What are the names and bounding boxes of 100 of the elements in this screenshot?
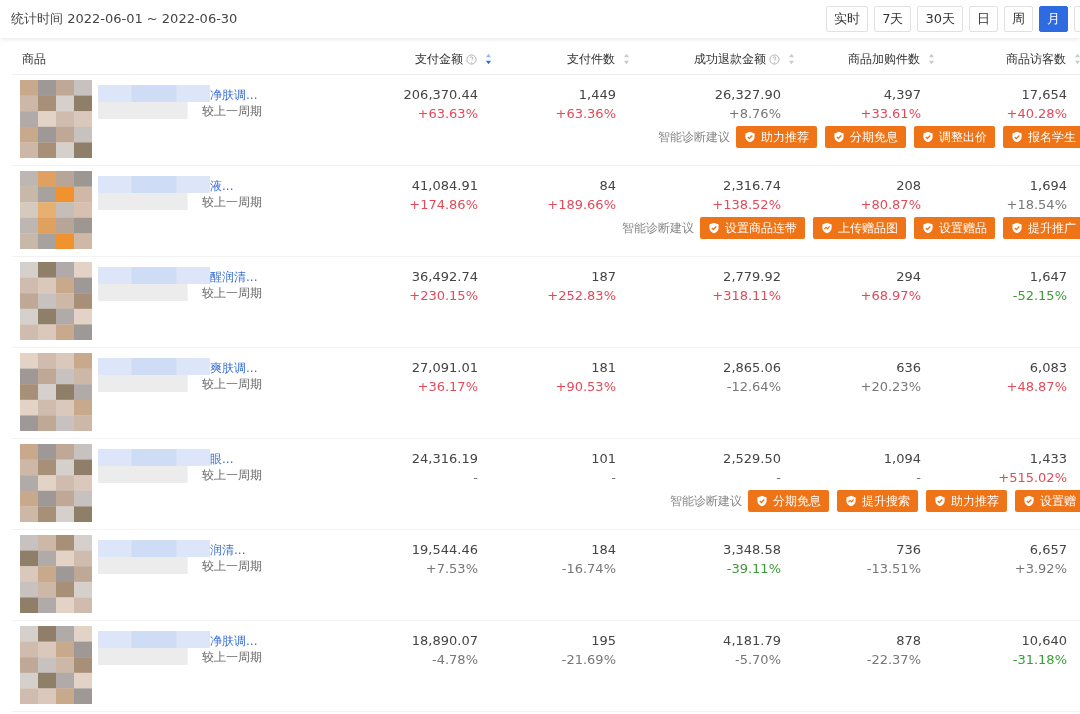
metric-value: 2,865.06 [723, 360, 781, 375]
change-rate: +20.23% [860, 379, 921, 394]
compare-label: 较上一周期 [202, 103, 262, 120]
metric-value: 3,348.58 [723, 542, 781, 557]
change-rate: +318.11% [712, 288, 781, 303]
product-name-link[interactable]: 润清... [210, 542, 246, 559]
metric-value: 36,492.74 [411, 269, 478, 284]
change-rate: - [776, 470, 781, 485]
product-name-link[interactable]: 眼... [210, 451, 234, 468]
metric-value: 208 [896, 178, 921, 193]
suggestion-button[interactable]: 报名学生 [1003, 126, 1080, 148]
help-icon[interactable] [769, 53, 780, 65]
suggestion-button[interactable]: 助力推荐 [736, 126, 817, 148]
change-rate: -39.11% [726, 561, 781, 576]
suggestion-button[interactable]: 提升搜索 [837, 490, 918, 512]
suggestion-button[interactable]: 设置赠品 [914, 217, 995, 239]
change-rate: - [473, 470, 478, 485]
suggestion-button[interactable]: 调整出价 [914, 126, 995, 148]
column-header: 商品访客数 [1006, 50, 1066, 68]
change-rate: -13.51% [866, 561, 921, 576]
metric-value: 636 [896, 360, 921, 375]
metric-value: 736 [896, 542, 921, 557]
time-range-button[interactable]: 周 [1004, 6, 1033, 32]
metric-value: 181 [591, 360, 616, 375]
change-rate: +515.02% [998, 470, 1067, 485]
suggestion-button[interactable]: 助力推荐 [926, 490, 1007, 512]
metric-value: 187 [591, 269, 616, 284]
change-rate: -21.69% [561, 652, 616, 667]
metric-value: 6,657 [1029, 542, 1067, 557]
shield-check-icon [1023, 495, 1035, 507]
metric-value: 878 [896, 633, 921, 648]
suggestion-button[interactable]: 设置赠 [1015, 490, 1080, 512]
suggestion-button[interactable]: 分期免息 [748, 490, 829, 512]
time-range-button[interactable]: 日 [969, 6, 998, 32]
suggestion-label: 智能诊断建议 [658, 128, 730, 146]
time-range-button[interactable]: 30天 [917, 6, 963, 32]
product-name-link[interactable]: 爽肤调... [210, 360, 258, 377]
change-rate: +68.97% [860, 288, 921, 303]
help-icon[interactable] [466, 53, 477, 65]
column-header: 商品 [22, 50, 46, 68]
column-header: 商品加购件数 [848, 50, 920, 68]
suggestion-label: 智能诊断建议 [670, 492, 742, 510]
change-rate: +174.86% [409, 197, 478, 212]
change-rate: -22.37% [866, 652, 921, 667]
compare-label: 较上一周期 [202, 194, 262, 211]
metric-value: 2,316.74 [723, 178, 781, 193]
metric-value: 1,433 [1029, 451, 1067, 466]
product-name-link[interactable]: 醒润清... [210, 269, 258, 286]
change-rate: - [611, 470, 616, 485]
metric-value: 18,890.07 [411, 633, 478, 648]
change-rate: +8.76% [728, 106, 781, 121]
metric-value: 1,694 [1029, 178, 1067, 193]
metric-value: 27,091.01 [411, 360, 478, 375]
change-rate: +80.87% [860, 197, 921, 212]
metric-value: 1,449 [578, 87, 616, 102]
metric-value: 84 [599, 178, 616, 193]
shield-trend-icon [845, 495, 857, 507]
change-rate: +90.53% [555, 379, 616, 394]
time-range-button[interactable]: 月 [1039, 6, 1068, 32]
change-rate: +189.66% [547, 197, 616, 212]
change-rate: -5.70% [735, 652, 781, 667]
time-range-button[interactable]: 实时 [826, 6, 869, 32]
change-rate: +18.54% [1006, 197, 1067, 212]
column-header: 支付金额 [415, 50, 463, 68]
compare-label: 较上一周期 [202, 649, 262, 666]
metric-value: 19,544.46 [411, 542, 478, 557]
shield-check-icon [756, 495, 768, 507]
suggestion-button[interactable]: 上传赠品图 [813, 217, 906, 239]
compare-label: 较上一周期 [202, 285, 262, 302]
suggestion-button[interactable]: 分期免息 [825, 126, 906, 148]
suggestion-button[interactable]: 提升推广 [1003, 217, 1080, 239]
shield-check-icon [833, 131, 845, 143]
change-rate: +63.36% [555, 106, 616, 121]
metric-value: 2,779.92 [723, 269, 781, 284]
metric-value: 4,397 [883, 87, 921, 102]
product-name-link[interactable]: 液... [210, 178, 234, 195]
shield-check-icon [922, 222, 934, 234]
column-header: 支付件数 [567, 50, 615, 68]
metric-value: 2,529.50 [723, 451, 781, 466]
shield-trend-icon [821, 222, 833, 234]
change-rate: +252.83% [547, 288, 616, 303]
metric-value: 41,084.91 [411, 178, 478, 193]
change-rate: - [916, 470, 921, 485]
metric-value: 195 [591, 633, 616, 648]
suggestion-button[interactable]: 设置商品连带 [700, 217, 805, 239]
metric-value: 17,654 [1021, 87, 1067, 102]
product-name-link[interactable]: 净肤调... [210, 633, 258, 650]
change-rate: +36.17% [417, 379, 478, 394]
compare-label: 较上一周期 [202, 558, 262, 575]
change-rate: +138.52% [712, 197, 781, 212]
change-rate: +63.63% [417, 106, 478, 121]
metric-value: 206,370.44 [403, 87, 478, 102]
product-name-link[interactable]: 净肤调... [210, 87, 258, 104]
time-range-button[interactable]: 7天 [874, 6, 912, 32]
shield-check-icon [934, 495, 946, 507]
sort-icon[interactable] [485, 53, 492, 65]
shield-check-icon [744, 131, 756, 143]
shield-check-icon [1011, 222, 1023, 234]
change-rate: -31.18% [1012, 652, 1067, 667]
suggestion-label: 智能诊断建议 [622, 219, 694, 237]
